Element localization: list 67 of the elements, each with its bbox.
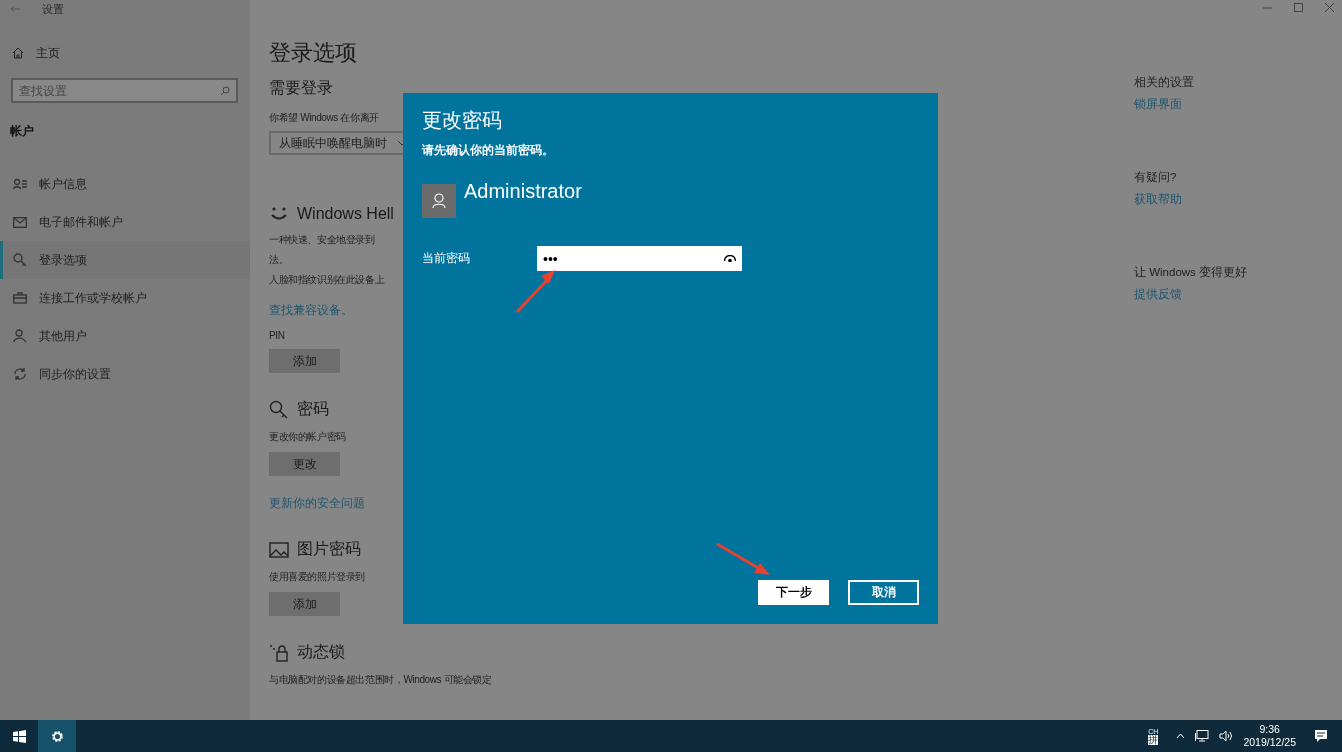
key-icon: [269, 399, 289, 420]
nav-item[interactable]: 连接工作或学校帐户: [0, 279, 250, 317]
key-icon: [13, 253, 27, 267]
related-heading: 相关的设置: [1134, 75, 1195, 90]
description-text: 你希望 Windows 在你离开: [269, 111, 379, 125]
section-title: 密码: [297, 399, 329, 419]
nav-item[interactable]: 电子邮件和帐户: [0, 203, 250, 241]
dialog-button[interactable]: 取消: [848, 580, 919, 605]
action-button[interactable]: 更改: [269, 452, 340, 476]
related-link[interactable]: 锁屏界面: [1134, 97, 1342, 112]
section-title: Windows Hell: [297, 205, 394, 223]
close-icon[interactable]: [1325, 3, 1334, 12]
home-icon: [12, 47, 24, 59]
person-icon: [432, 193, 446, 209]
nav-item[interactable]: 帐户信息: [0, 165, 250, 203]
person-add-icon: [13, 329, 27, 343]
windows-logo-icon: [12, 729, 26, 743]
settings-taskbar-button[interactable]: [38, 720, 76, 752]
dialog-button[interactable]: 下一步: [758, 580, 829, 605]
action-button[interactable]: 添加: [269, 592, 340, 616]
link[interactable]: 查找兼容设备。: [269, 303, 353, 318]
section-title: 动态锁: [297, 642, 345, 662]
link[interactable]: 更新你的安全问题: [269, 496, 365, 511]
section-heading: 帐户: [9, 123, 35, 140]
description-text: 更改你的帐户密码: [269, 430, 346, 444]
window-title: 设置: [42, 1, 64, 17]
gear-icon: [49, 728, 65, 744]
user-name: Administrator: [464, 180, 582, 203]
dialog-title: 更改密码: [422, 108, 503, 133]
page-title: 登录选项: [269, 39, 357, 67]
nav-item[interactable]: 其他用户: [0, 317, 250, 355]
briefcase-icon: [13, 292, 27, 304]
lock-icon: [269, 643, 289, 662]
monitor-icon[interactable]: [1195, 730, 1210, 742]
related-heading: 有疑问?: [1134, 170, 1178, 185]
smiley-icon: [269, 206, 289, 222]
search-field[interactable]: 查找设置: [11, 78, 238, 103]
section-title: 图片密码: [297, 539, 361, 559]
related-heading: 让 Windows 变得更好: [1134, 265, 1249, 280]
section-subtitle: 需要登录: [269, 78, 333, 98]
sync-icon: [13, 367, 27, 381]
action-button[interactable]: 添加: [269, 349, 340, 373]
description-text: 人脸和指纹识别在此设备上: [269, 273, 385, 287]
related-link[interactable]: 提供反馈: [1134, 287, 1342, 302]
search-icon: [220, 86, 230, 96]
clock[interactable]: 9:36 2019/12/25: [1243, 722, 1296, 750]
description-text: 使用喜爱的照片登录到: [269, 570, 365, 584]
speaker-icon[interactable]: [1219, 730, 1234, 742]
description-text: PIN: [269, 330, 285, 341]
home-nav-item[interactable]: 主页: [0, 18, 250, 62]
field-label: 当前密码: [422, 251, 471, 266]
description-text: 法。: [269, 253, 289, 267]
notification-icon[interactable]: [1314, 729, 1328, 743]
description-text: 与电脑配对的设备超出范围时，Windows 可能会锁定: [269, 673, 492, 687]
eye-icon[interactable]: [724, 255, 736, 262]
nav-item[interactable]: 同步你的设置: [0, 355, 250, 393]
pointer-arrow: [515, 268, 557, 314]
caret-up-icon[interactable]: [1176, 733, 1186, 739]
picture-icon: [269, 541, 289, 558]
dialog-subtitle: 请先确认你的当前密码。: [422, 143, 555, 158]
pointer-arrow: [716, 543, 772, 577]
person-list-icon: [13, 178, 27, 190]
nav-item[interactable]: 登录选项: [0, 241, 250, 279]
envelope-icon: [13, 216, 27, 228]
related-link[interactable]: 获取帮助: [1134, 192, 1342, 207]
maximize-icon[interactable]: [1294, 3, 1303, 12]
password-field[interactable]: •••: [537, 246, 742, 271]
